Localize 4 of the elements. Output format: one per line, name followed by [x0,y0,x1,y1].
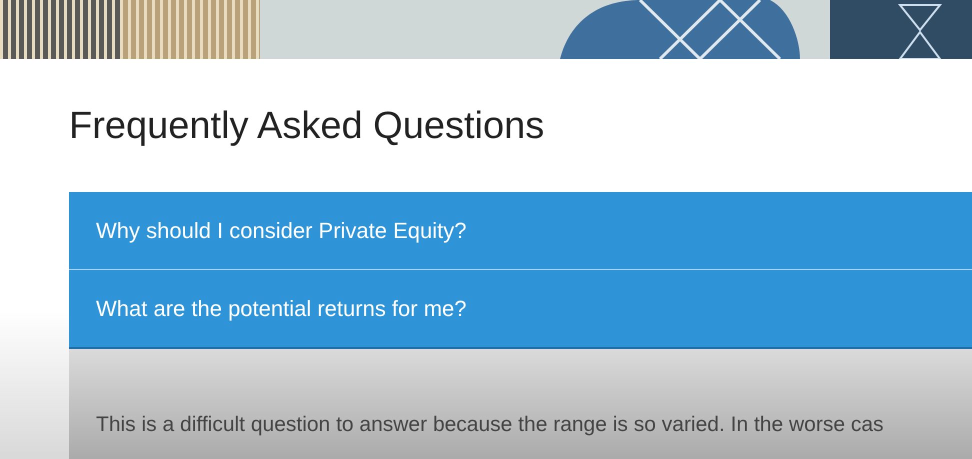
faq-question[interactable]: Why should I consider Private Equity? [69,192,972,270]
page-title: Frequently Asked Questions [69,104,546,148]
faq-question[interactable]: What are the potential returns for me? [69,270,972,349]
answer-text: This is a difficult question to answer because the range is so varied. In the worse cas [96,413,884,437]
